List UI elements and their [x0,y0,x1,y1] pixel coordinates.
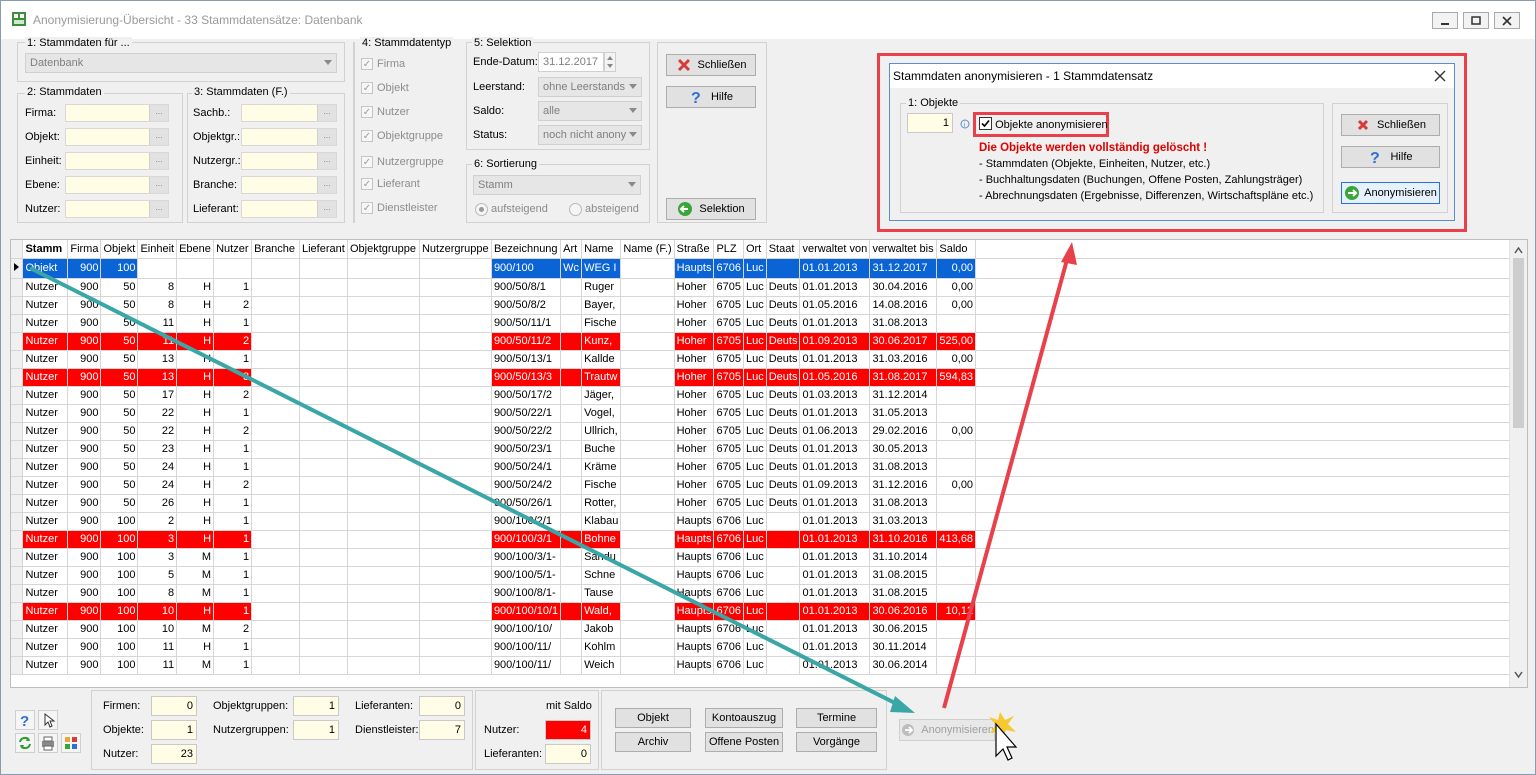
info-icon: i [960,119,970,129]
checkbox-checked-icon [979,117,992,130]
dialog-bullet-3: - Abrechnungsdaten (Ergebnisse, Differen… [979,190,1314,202]
red-arrow-line [942,255,1070,709]
close-x-icon [1357,119,1369,131]
dialog-warning: Die Objekte werden vollständig gelöscht … [979,142,1208,154]
dialog-anonymisieren-button[interactable]: Anonymisieren [1341,182,1440,204]
dialog-objekte-count: 1 [907,113,953,133]
dialog-objekte-label: 1: Objekte [906,97,961,109]
teal-arrow-line [29,266,906,710]
dialog-schliessen-button[interactable]: Schließen [1341,114,1440,136]
objekte-anonymisieren-checkbox[interactable]: Objekte anonymisieren [979,117,1108,131]
arrow-right-icon [1345,186,1360,200]
svg-text:?: ? [1370,150,1380,165]
anonymize-dialog: Stammdaten anonymisieren - 1 Stammdatens… [889,63,1455,221]
dialog-title: Stammdaten anonymisieren - 1 Stammdatens… [893,69,1154,83]
dialog-hilfe-button[interactable]: ? Hilfe [1341,146,1440,168]
dialog-bullet-1: - Stammdaten (Objekte, Einheiten, Nutzer… [979,158,1211,170]
teal-arrowhead [890,696,915,713]
help-icon: ? [1370,150,1380,165]
dialog-title-bar: Stammdaten anonymisieren - 1 Stammdatens… [890,64,1454,88]
red-arrowhead [1061,242,1077,265]
dialog-bullet-2: - Buchhaltungsdaten (Buchungen, Offene P… [979,174,1303,186]
dialog-close-icon[interactable] [1434,70,1446,82]
